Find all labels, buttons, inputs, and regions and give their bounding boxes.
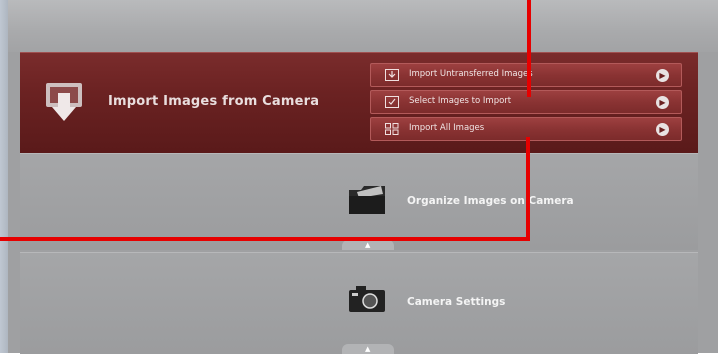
select-images-label: Select Images to Import <box>409 96 512 106</box>
import-untransferred-label: Import Untransferred Images <box>409 69 533 79</box>
chevron-up-icon: ▲ <box>365 241 371 249</box>
chevron-up-icon: ▲ <box>365 345 371 353</box>
organize-images-panel[interactable]: Organize Images on Camera ▲ <box>20 153 698 250</box>
annotation-line-top <box>527 0 531 97</box>
chevron-right-icon: ▶ <box>656 96 669 109</box>
camera-panel-title: Camera Settings <box>407 296 506 308</box>
select-images-button[interactable]: Select Images to Import ▶ <box>370 90 682 114</box>
header-bar <box>8 0 718 52</box>
select-icon <box>385 96 399 108</box>
annotation-line-vertical <box>526 137 530 241</box>
chevron-right-icon: ▶ <box>656 69 669 82</box>
import-arrow-icon <box>46 83 82 121</box>
import-all-label: Import All Images <box>409 123 485 133</box>
import-images-panel[interactable]: Import Images from Camera Import Untrans… <box>20 52 698 154</box>
untransferred-icon <box>385 69 399 81</box>
expand-tab[interactable]: ▲ <box>342 240 394 250</box>
folder-icon <box>349 186 385 214</box>
camera-icon <box>349 286 385 312</box>
import-untransferred-button[interactable]: Import Untransferred Images ▶ <box>370 63 682 87</box>
import-submenu: Import Untransferred Images ▶ Select Ima… <box>370 63 682 144</box>
grid-icon <box>385 123 399 135</box>
window-left-edge <box>0 0 8 353</box>
organize-panel-title: Organize Images on Camera <box>407 195 574 207</box>
import-panel-title: Import Images from Camera <box>108 94 320 109</box>
camera-settings-panel[interactable]: Camera Settings ▲ <box>20 252 698 354</box>
annotation-line-horizontal <box>0 237 530 241</box>
chevron-right-icon: ▶ <box>656 123 669 136</box>
